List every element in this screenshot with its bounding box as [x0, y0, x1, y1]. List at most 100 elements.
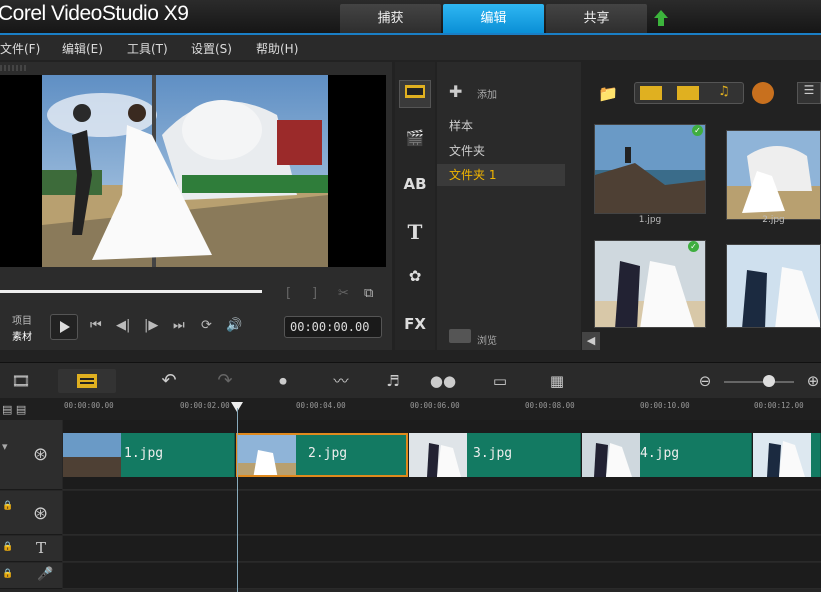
- menu-edit[interactable]: 编辑(E): [62, 40, 103, 57]
- ruler-tick: 00:00:06.00: [410, 401, 460, 410]
- preview-screen: [0, 75, 386, 267]
- folder-folder-1[interactable]: 文件夹 1: [437, 164, 565, 186]
- add-label[interactable]: 添加: [477, 86, 497, 101]
- ruler-tick: 00:00:12.00: [754, 401, 804, 410]
- previous-frame-icon[interactable]: ◀|: [116, 318, 130, 333]
- video-editor-window: Corel VideoStudio X9 捕获 编辑 共享 文件(F) 编辑(E…: [0, 0, 821, 592]
- next-frame-icon[interactable]: |▶: [144, 318, 158, 333]
- browse-icon[interactable]: [449, 329, 471, 343]
- end-icon[interactable]: ⏭: [173, 318, 185, 333]
- clip-label: 2.jpg: [308, 446, 348, 461]
- library-category-bar: 🎬 AB T ✿ FX: [395, 62, 435, 350]
- lock-icon[interactable]: 🔒: [2, 501, 13, 511]
- timeline-ruler[interactable]: ▤ ▤ 00:00:00.00 00:00:02.00 00:00:04.00 …: [0, 398, 821, 420]
- menu-help[interactable]: 帮助(H): [256, 40, 298, 57]
- scrub-bar[interactable]: [0, 290, 262, 293]
- auto-music-icon[interactable]: ♬: [378, 369, 408, 393]
- subtitle-editor-icon[interactable]: ▭: [485, 369, 515, 393]
- instant-project-icon[interactable]: 🎬: [399, 124, 431, 152]
- video-track[interactable]: 1.jpg 2.jpg 3.jpg 4.jpg: [63, 420, 821, 490]
- mode-clip[interactable]: 素材: [12, 328, 32, 343]
- check-icon: ✓: [688, 241, 699, 252]
- tab-share[interactable]: 共享: [546, 4, 647, 33]
- ruler-tick: 00:00:02.00: [180, 401, 230, 410]
- multi-camera-icon[interactable]: ▦: [542, 369, 572, 393]
- storyboard-view-icon[interactable]: 🎞: [6, 369, 36, 393]
- ruler-tick: 00:00:10.00: [640, 401, 690, 410]
- repeat-icon[interactable]: ⟳: [201, 318, 212, 333]
- scroll-left-icon[interactable]: ◀: [582, 332, 600, 350]
- folder-samples[interactable]: 样本: [437, 115, 565, 137]
- motion-tracking-icon[interactable]: ●●: [428, 369, 458, 393]
- title-icon[interactable]: T: [399, 218, 431, 246]
- panel-grip[interactable]: [0, 65, 28, 71]
- zoom-slider-handle[interactable]: [763, 375, 775, 387]
- library-folder-tree: ✚ 添加 样本 文件夹 文件夹 1 浏览: [437, 62, 581, 350]
- mode-project[interactable]: 项目: [12, 312, 32, 327]
- tab-edit[interactable]: 编辑: [443, 4, 544, 33]
- show-video-icon[interactable]: [640, 86, 662, 100]
- overlay-track[interactable]: [63, 491, 821, 535]
- redo-icon[interactable]: ↷: [210, 369, 240, 393]
- preview-photo: [42, 75, 328, 267]
- enlarge-preview-icon[interactable]: ⧉: [364, 286, 373, 301]
- timecode-field[interactable]: 00:00:00.00: [284, 316, 382, 338]
- tab-capture[interactable]: 捕获: [340, 4, 441, 33]
- track-options-icon[interactable]: ▾: [2, 440, 8, 453]
- add-icon[interactable]: ✚: [449, 82, 462, 101]
- menu-bar: 文件(F) 编辑(E) 工具(T) 设置(S) 帮助(H): [0, 33, 821, 60]
- track-manager-icon[interactable]: ▤ ▤: [2, 403, 26, 416]
- home-icon[interactable]: ⏮: [90, 318, 102, 333]
- folder-icon[interactable]: 📁: [598, 84, 618, 103]
- graphic-icon[interactable]: ✿: [399, 262, 431, 290]
- sound-mixer-icon[interactable]: 〰: [326, 369, 356, 393]
- zoom-in-icon[interactable]: ⊕: [798, 369, 821, 393]
- mark-in-icon[interactable]: [: [286, 286, 291, 301]
- record-capture-icon[interactable]: ⏺: [268, 369, 298, 393]
- timeline-clip-selected[interactable]: 2.jpg: [236, 433, 408, 477]
- thumbnail-name: 1.jpg: [638, 215, 662, 225]
- timeline-view-icon[interactable]: [58, 369, 116, 393]
- microphone-icon: 🎤: [37, 567, 54, 582]
- preview-panel: [ ] ✂ ⧉ 项目 素材 ⏮ ◀| |▶ ⏭ ⟳ 🔊 00:00:00.00: [0, 62, 392, 350]
- lock-icon[interactable]: 🔒: [2, 542, 13, 552]
- zoom-out-icon[interactable]: ⊖: [690, 369, 720, 393]
- lock-icon[interactable]: 🔒: [2, 569, 13, 579]
- title-bar: Corel VideoStudio X9 捕获 编辑 共享: [0, 0, 821, 33]
- library-thumbnail[interactable]: [726, 130, 821, 220]
- folder-folder[interactable]: 文件夹: [437, 140, 565, 162]
- mark-out-icon[interactable]: ]: [312, 286, 317, 301]
- list-view-icon[interactable]: ☰: [797, 82, 821, 104]
- library-thumbnail[interactable]: [726, 244, 821, 328]
- title-track[interactable]: [63, 536, 821, 562]
- voice-track-header: 🔒 🎤: [0, 563, 62, 589]
- zoom-slider-track[interactable]: [724, 381, 794, 383]
- app-title: Corel VideoStudio X9: [0, 2, 189, 25]
- browse-label[interactable]: 浏览: [477, 332, 497, 347]
- timeline-clip[interactable]: 1.jpg: [63, 433, 235, 477]
- title-track-header: 🔒 T: [0, 536, 62, 562]
- upload-arrow-icon[interactable]: [653, 9, 669, 27]
- cut-icon[interactable]: ✂: [338, 286, 349, 301]
- menu-tools[interactable]: 工具(T): [127, 40, 168, 57]
- undo-icon[interactable]: ↶: [154, 369, 184, 393]
- show-photo-icon[interactable]: [677, 86, 699, 100]
- menu-settings[interactable]: 设置(S): [191, 40, 232, 57]
- voice-track[interactable]: [63, 563, 821, 589]
- import-icon[interactable]: [752, 82, 774, 104]
- timeline-clip[interactable]: [753, 433, 821, 477]
- library-thumbnail[interactable]: [594, 240, 706, 328]
- transition-icon[interactable]: AB: [399, 170, 431, 198]
- filter-icon[interactable]: FX: [399, 310, 431, 338]
- title-track-icon: T: [36, 539, 47, 557]
- ruler-tick: 00:00:08.00: [525, 401, 575, 410]
- timeline-clip[interactable]: 3.jpg: [409, 433, 581, 477]
- media-icon[interactable]: [399, 80, 431, 108]
- volume-icon[interactable]: 🔊: [226, 318, 242, 333]
- play-button[interactable]: [50, 314, 78, 340]
- timeline-clip[interactable]: 4.jpg: [582, 433, 752, 477]
- menu-file[interactable]: 文件(F): [0, 40, 40, 57]
- film-reel-icon: ⊛: [33, 444, 49, 465]
- library-thumbnail[interactable]: [594, 124, 706, 214]
- show-audio-icon[interactable]: ♫: [718, 84, 730, 99]
